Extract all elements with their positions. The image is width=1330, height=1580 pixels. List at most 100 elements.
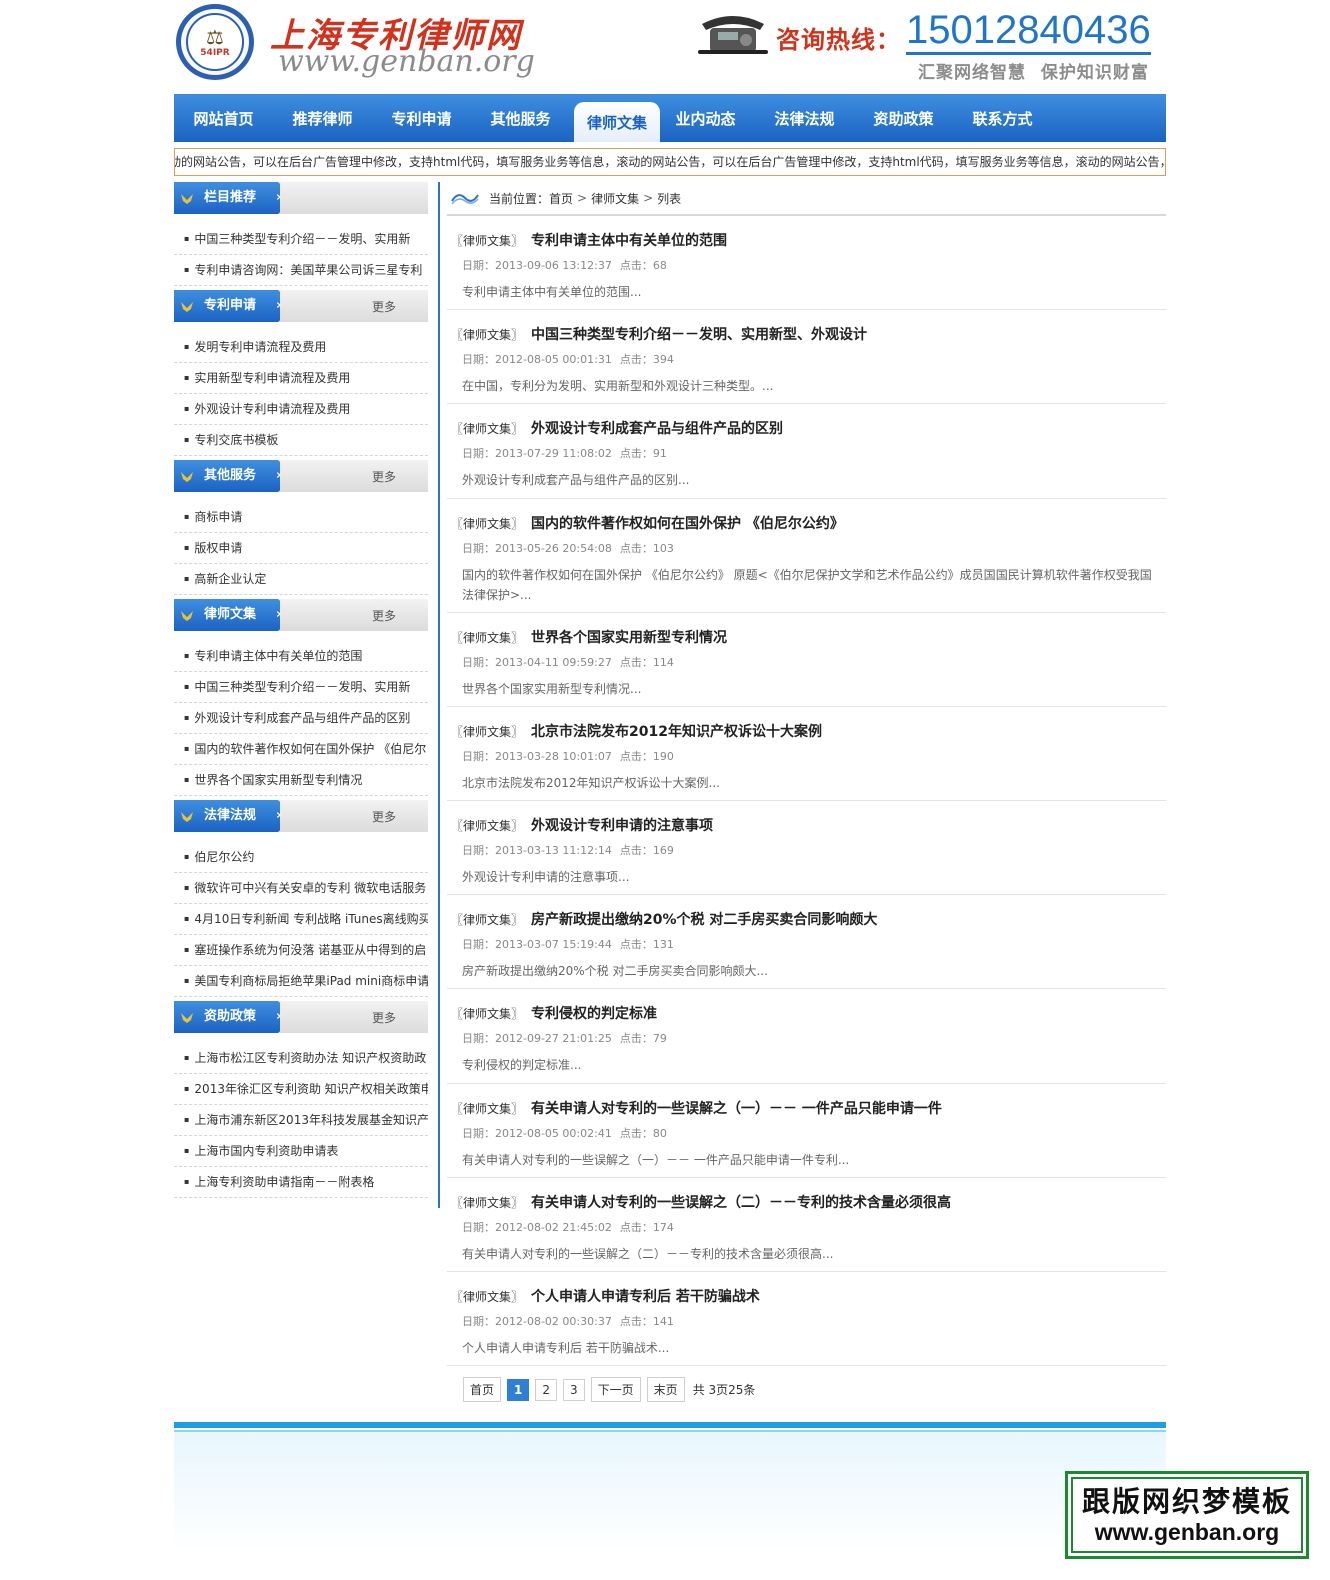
list-item[interactable]: 发明专利申请流程及费用 (174, 332, 428, 363)
section-header-recommended: 栏目推荐 (174, 182, 428, 214)
list-item[interactable]: 伯尼尔公约 (174, 842, 428, 873)
article-title[interactable]: 世界各个国家实用新型专利情况 (531, 627, 727, 647)
more-link[interactable]: 更多 (372, 808, 396, 825)
list-item[interactable]: 上海市浦东新区2013年科技发展基金知识产 (174, 1105, 428, 1136)
list-item[interactable]: 上海市国内专利资助申请表 (174, 1136, 428, 1167)
article-category[interactable]: 〖律师文集〗 (451, 515, 523, 532)
article-date: 2013-05-26 20:54:08 (495, 541, 612, 555)
article-category[interactable]: 〖律师文集〗 (451, 817, 523, 834)
article-category[interactable]: 〖律师文集〗 (451, 1005, 523, 1022)
list-item[interactable]: 美国专利商标局拒绝苹果iPad mini商标申请 (174, 966, 428, 997)
list-item[interactable]: 4月10日专利新闻 专利战略 iTunes离线购买 (174, 904, 428, 935)
article-row: 〖律师文集〗 中国三种类型专利介绍－－发明、实用新型、外观设计 日期：2012-0… (447, 310, 1166, 405)
breadcrumb-home[interactable]: 首页 (549, 190, 573, 207)
logo-seal-tag: 54IPR (200, 48, 230, 58)
list-item[interactable]: 外观设计专利申请流程及费用 (174, 394, 428, 425)
pager-next-button[interactable]: 下一页 (590, 1377, 641, 1402)
pager-page-2[interactable]: 2 (535, 1378, 558, 1401)
article-row: 〖律师文集〗 个人申请人申请专利后 若干防骗战术 日期：2012-08-02 00… (447, 1272, 1166, 1367)
article-title[interactable]: 北京市法院发布2012年知识产权诉讼十大案例 (531, 721, 822, 741)
pager-first-button[interactable]: 首页 (463, 1377, 502, 1402)
article-summary: 有关申请人对专利的一些误解之（二）－－专利的技术含量必须很高... (462, 1246, 834, 1261)
list-item[interactable]: 世界各个国家实用新型专利情况 (174, 765, 428, 796)
nav-item-lawyer-articles[interactable]: 律师文集 (574, 102, 660, 142)
article-title[interactable]: 个人申请人申请专利后 若干防骗战术 (531, 1286, 760, 1306)
date-label: 日期： (462, 353, 495, 367)
article-title[interactable]: 有关申请人对专利的一些误解之（一）－－ 一件产品只能申请一件 (531, 1098, 942, 1118)
announcement-marquee[interactable]: 动的网站公告，可以在后台广告管理中修改，支持html代码，填写服务业务等信息，滚… (174, 148, 1166, 176)
pager-page-1[interactable]: 1 (507, 1378, 530, 1401)
list-item[interactable]: 实用新型专利申请流程及费用 (174, 363, 428, 394)
date-label: 日期： (462, 259, 495, 272)
footer (174, 1422, 1166, 1552)
list-item[interactable]: 塞班操作系统为何没落 诺基亚从中得到的启 (174, 935, 428, 966)
nav-item-contact[interactable]: 联系方式 (953, 94, 1052, 142)
clicks-label: 点击： (619, 1220, 653, 1234)
more-link[interactable]: 更多 (372, 1009, 396, 1026)
breadcrumb-category[interactable]: 律师文集 (591, 190, 639, 207)
article-category[interactable]: 〖律师文集〗 (451, 420, 523, 437)
article-category[interactable]: 〖律师文集〗 (451, 1288, 523, 1305)
list-item[interactable]: 微软许可中兴有关安卓的专利 微软电话服务 (174, 873, 428, 904)
logo-seal-icon[interactable]: ⚖ 54IPR (176, 4, 254, 80)
list-item[interactable]: 中国三种类型专利介绍－－发明、实用新 (174, 672, 428, 703)
article-title[interactable]: 有关申请人对专利的一些误解之（二）－－专利的技术含量必须很高 (531, 1192, 951, 1212)
more-link[interactable]: 更多 (372, 607, 396, 624)
list-item[interactable]: 专利申请咨询网：美国苹果公司诉三星专利 (174, 255, 428, 286)
list-item[interactable]: 2013年徐汇区专利资助 知识产权相关政策申 (174, 1074, 428, 1105)
clicks-label: 点击： (619, 1126, 653, 1140)
article-title[interactable]: 外观设计专利申请的注意事项 (531, 815, 713, 835)
clicks-label: 点击： (619, 1314, 653, 1328)
nav-item-laws[interactable]: 法律法规 (755, 94, 854, 142)
list-item[interactable]: 版权申请 (174, 533, 428, 564)
pager-page-3[interactable]: 3 (563, 1378, 585, 1401)
article-title[interactable]: 中国三种类型专利介绍－－发明、实用新型、外观设计 (531, 324, 867, 344)
article-row: 〖律师文集〗 外观设计专利申请的注意事项 日期：2013-03-13 11:12:… (447, 801, 1166, 896)
list-item[interactable]: 上海市松江区专利资助办法 知识产权资助政 (174, 1043, 428, 1074)
article-category[interactable]: 〖律师文集〗 (451, 1100, 523, 1117)
list-item[interactable]: 专利申请主体中有关单位的范围 (174, 641, 428, 672)
clicks-label: 点击： (619, 938, 653, 952)
list-item[interactable]: 外观设计专利成套产品与组件产品的区别 (174, 703, 428, 734)
article-category[interactable]: 〖律师文集〗 (451, 326, 523, 343)
nav-item-industry-news[interactable]: 业内动态 (656, 94, 755, 142)
clicks-label: 点击： (619, 655, 653, 669)
article-category[interactable]: 〖律师文集〗 (451, 723, 523, 740)
article-category[interactable]: 〖律师文集〗 (451, 911, 523, 928)
clicks-label: 点击： (619, 447, 653, 461)
article-summary: 个人申请人申请专利后 若干防骗战术... (462, 1340, 670, 1355)
main-nav: 网站首页 推荐律师 专利申请 其他服务 律师文集 业内动态 法律法规 资助政策 … (174, 94, 1166, 142)
article-category[interactable]: 〖律师文集〗 (451, 629, 523, 646)
nav-item-funding-policy[interactable]: 资助政策 (854, 94, 953, 142)
list-item[interactable]: 国内的软件著作权如何在国外保护 《伯尼尔 (174, 734, 428, 765)
article-title[interactable]: 房产新政提出缴纳20%个税 对二手房买卖合同影响颇大 (531, 909, 877, 929)
nav-item-home[interactable]: 网站首页 (174, 94, 273, 142)
article-date: 2013-07-29 11:08:02 (495, 447, 612, 461)
nav-item-patent-apply[interactable]: 专利申请 (372, 94, 471, 142)
article-category[interactable]: 〖律师文集〗 (451, 1194, 523, 1211)
article-summary: 外观设计专利申请的注意事项... (462, 869, 630, 884)
article-title[interactable]: 外观设计专利成套产品与组件产品的区别 (531, 418, 783, 438)
list-item[interactable]: 中国三种类型专利介绍－－发明、实用新 (174, 224, 428, 255)
nav-item-lawyers[interactable]: 推荐律师 (273, 94, 372, 142)
pager-last-button[interactable]: 末页 (646, 1377, 685, 1402)
article-title[interactable]: 专利申请主体中有关单位的范围 (531, 230, 727, 250)
list-item[interactable]: 高新企业认定 (174, 564, 428, 595)
article-clicks: 131 (652, 938, 674, 952)
article-title[interactable]: 国内的软件著作权如何在国外保护 《伯尼尔公约》 (531, 513, 844, 533)
date-label: 日期： (462, 938, 495, 952)
article-date: 2013-03-13 11:12:14 (495, 843, 612, 857)
list-item[interactable]: 上海专利资助申请指南－－附表格 (174, 1167, 428, 1198)
clicks-label: 点击： (619, 843, 653, 857)
article-summary: 在中国，专利分为发明、实用新型和外观设计三种类型。... (462, 379, 774, 394)
hotline-number[interactable]: 15012840436 (906, 8, 1151, 55)
list-item[interactable]: 商标申请 (174, 502, 428, 533)
article-clicks: 190 (652, 749, 674, 763)
article-row: 〖律师文集〗 有关申请人对专利的一些误解之（一）－－ 一件产品只能申请一件 日期：… (447, 1084, 1166, 1178)
article-title[interactable]: 专利侵权的判定标准 (531, 1003, 657, 1023)
more-link[interactable]: 更多 (372, 298, 396, 315)
nav-item-other-services[interactable]: 其他服务 (471, 94, 570, 142)
more-link[interactable]: 更多 (372, 468, 396, 485)
list-item[interactable]: 专利交底书模板 (174, 425, 428, 456)
article-category[interactable]: 〖律师文集〗 (451, 232, 523, 249)
